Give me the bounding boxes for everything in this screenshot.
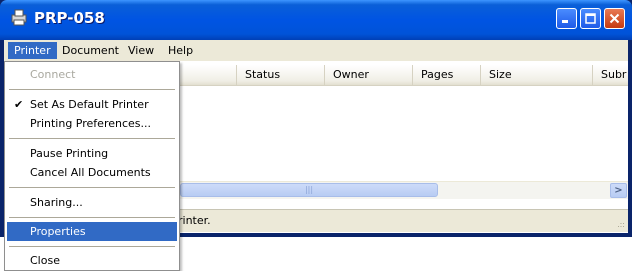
menu-item-properties[interactable]: Properties (7, 222, 177, 241)
menu-item-label: Properties (30, 225, 86, 238)
minimize-icon (562, 20, 568, 23)
menu-item-connect[interactable]: Connect (7, 65, 177, 84)
menu-item-label: Set As Default Printer (30, 98, 149, 111)
menu-item-cancel-all-documents[interactable]: Cancel All Documents (7, 163, 177, 182)
menu-separator (9, 217, 175, 218)
menu-printer[interactable]: Printer (8, 42, 57, 59)
menu-item-label: Close (30, 254, 60, 267)
menu-help[interactable]: Help (162, 42, 199, 59)
menu-item-close[interactable]: Close (7, 251, 177, 270)
menu-bar: Printer Document View Help (4, 40, 628, 61)
column-pages[interactable]: Pages (412, 65, 480, 85)
menu-item-printing-preferences[interactable]: Printing Preferences... (7, 114, 177, 133)
maximize-button[interactable] (580, 8, 601, 29)
column-owner[interactable]: Owner (324, 65, 412, 85)
menu-view[interactable]: View (122, 42, 160, 59)
menu-separator (9, 246, 175, 247)
menu-separator (9, 187, 175, 188)
title-bar[interactable]: PRP-058 (0, 0, 632, 40)
menu-separator (9, 138, 175, 139)
window-title: PRP-058 (34, 9, 105, 27)
status-text: rinter. (178, 214, 211, 227)
menu-item-label: Connect (30, 68, 76, 81)
close-button[interactable] (604, 8, 625, 29)
menu-item-label: Cancel All Documents (30, 166, 151, 179)
menu-item-label: Printing Preferences... (30, 117, 151, 130)
menu-item-label: Sharing... (30, 196, 83, 209)
menu-item-sharing[interactable]: Sharing... (7, 193, 177, 212)
scrollbar-thumb[interactable]: ||| (180, 183, 438, 197)
menu-item-set-default-printer[interactable]: ✔ Set As Default Printer (7, 95, 177, 114)
minimize-button[interactable] (556, 8, 577, 29)
column-size[interactable]: Size (480, 65, 592, 85)
menu-item-pause-printing[interactable]: Pause Printing (7, 144, 177, 163)
chevron-right-icon: > (614, 185, 623, 196)
resize-grip-icon[interactable]: .:: (617, 220, 625, 229)
printer-icon (11, 9, 27, 26)
column-submitted[interactable]: Subr (592, 65, 628, 85)
scroll-right-button[interactable]: > (610, 183, 627, 198)
menu-document[interactable]: Document (56, 42, 125, 59)
close-icon (609, 13, 620, 24)
maximize-icon (585, 13, 596, 24)
menu-item-label: Pause Printing (30, 147, 109, 160)
checkmark-icon: ✔ (14, 98, 24, 111)
printer-menu-dropdown: Connect ✔ Set As Default Printer Printin… (4, 61, 180, 271)
column-status[interactable]: Status (236, 65, 324, 85)
menu-separator (9, 89, 175, 90)
